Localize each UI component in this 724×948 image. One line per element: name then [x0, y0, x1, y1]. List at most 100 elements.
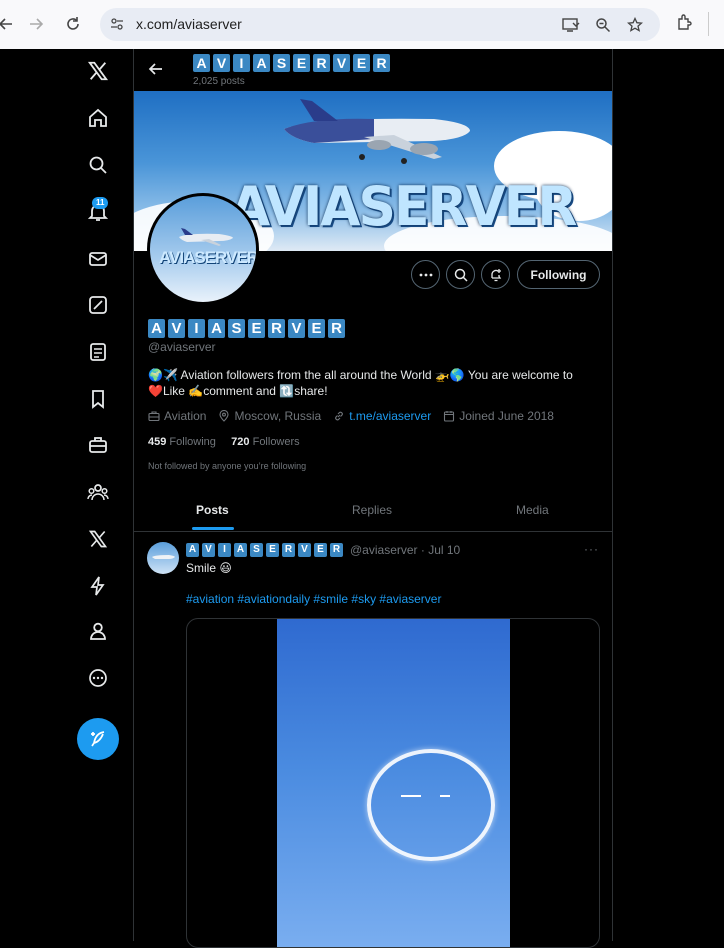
more-options-icon[interactable] [86, 666, 110, 690]
letter-box: I [188, 319, 205, 338]
letter-box: I [218, 543, 231, 557]
tab-replies[interactable]: Replies [352, 503, 392, 517]
not-followed-note: Not followed by anyone you’re following [148, 461, 307, 471]
notify-bell-button[interactable] [481, 260, 510, 289]
compose-post-button[interactable] [77, 718, 119, 760]
tweet-text: Smile 😃 [186, 561, 232, 575]
meta-website[interactable]: t.me/aviaserver [333, 409, 431, 423]
letter-box: S [273, 54, 290, 72]
explore-search-icon[interactable] [86, 153, 110, 177]
toolbar-divider [708, 12, 709, 36]
letter-box: V [298, 543, 311, 557]
grok-icon[interactable] [86, 293, 110, 317]
following-button[interactable]: Following [517, 260, 600, 289]
letter-box: V [202, 543, 215, 557]
letter-box: I [233, 54, 250, 72]
back-arrow-icon[interactable] [0, 12, 18, 36]
profile-column: A V I A S E R V E R 2,025 posts AVIASERV… [133, 49, 613, 948]
plane-graphic [401, 795, 421, 797]
install-app-icon[interactable] [562, 17, 580, 33]
ellipsis-icon [419, 273, 432, 276]
followers-link[interactable]: 720 Followers [231, 436, 300, 448]
profile-display-name: A V I A S E R V E R [148, 319, 345, 338]
url-text[interactable]: x.com/aviaserver [136, 16, 242, 32]
following-link[interactable]: 459 Following [148, 436, 216, 448]
tweet-media[interactable] [186, 618, 600, 948]
notifications-badge: 11 [92, 197, 109, 209]
tweet-handle-date[interactable]: @aviaserver · Jul 10 [350, 543, 460, 557]
bookmark-star-icon[interactable] [627, 17, 643, 33]
follow-counts: 459 Following 720 Followers [148, 436, 300, 448]
site-settings-icon[interactable] [110, 17, 124, 36]
x-logo-icon[interactable] [86, 59, 110, 83]
letter-box: R [373, 54, 390, 72]
bookmarks-icon[interactable] [86, 387, 110, 411]
bell-plus-icon [490, 268, 501, 281]
back-arrow-icon[interactable] [148, 61, 164, 82]
profile-tabs: Posts Replies Media [134, 489, 612, 532]
letter-box: S [228, 319, 245, 338]
communities-icon[interactable] [86, 480, 110, 504]
left-navigation: 11 [0, 49, 133, 941]
tab-media[interactable]: Media [516, 503, 549, 517]
reload-icon[interactable] [61, 12, 85, 36]
letter-box: E [308, 319, 325, 338]
airplane-graphic [284, 99, 470, 164]
letter-box: A [193, 54, 210, 72]
avatar-text: AVIASERVER [159, 248, 258, 267]
more-actions-button[interactable] [411, 260, 440, 289]
banner-title: AVIASERVER [230, 175, 577, 239]
address-bar[interactable]: x.com/aviaserver [100, 8, 660, 41]
verified-orgs-lightning-icon[interactable] [86, 574, 110, 598]
profile-meta: Aviation Moscow, Russia t.me/aviaserver … [148, 409, 566, 423]
profile-handle: @aviaserver [148, 340, 216, 354]
plane-graphic [440, 795, 450, 797]
letter-box: V [333, 54, 350, 72]
letter-box: A [253, 54, 270, 72]
x-app: 11 A V I A S E R V E R 2,025 posts AVIAS… [0, 49, 724, 948]
letter-box: V [213, 54, 230, 72]
tweet-more-button[interactable]: ··· [584, 542, 599, 556]
zoom-icon[interactable] [595, 17, 611, 33]
briefcase-icon [148, 411, 160, 422]
letter-box: R [330, 543, 343, 557]
browser-toolbar: x.com/aviaserver [0, 0, 724, 49]
following-label: Following [169, 436, 216, 448]
letter-box: R [313, 54, 330, 72]
video-frame[interactable] [277, 619, 510, 947]
tweet[interactable]: A V I A S E R V E R @aviaserver · Jul 10… [134, 533, 612, 948]
messages-envelope-icon[interactable] [86, 247, 110, 271]
profile-header-bar: A V I A S E R V E R 2,025 posts [134, 49, 612, 91]
home-icon[interactable] [86, 106, 110, 130]
forward-arrow-icon[interactable] [24, 12, 48, 36]
lists-icon[interactable] [86, 340, 110, 364]
search-icon [454, 268, 468, 282]
letter-box: E [266, 543, 279, 557]
bio-line-1: 🌍✈️ Aviation followers from the all arou… [148, 368, 573, 382]
letter-box: E [248, 319, 265, 338]
letter-box: A [148, 319, 165, 338]
letter-box: A [234, 543, 247, 557]
letter-box: R [282, 543, 295, 557]
meta-joined: Joined June 2018 [443, 409, 554, 423]
profile-avatar[interactable]: AVIASERVER [147, 193, 259, 305]
premium-x-icon[interactable] [86, 527, 110, 551]
following-count: 459 [148, 436, 167, 448]
tweet-author-name[interactable]: A V I A S E R V E R [186, 543, 343, 557]
tweet-author-avatar[interactable] [147, 542, 179, 574]
smoke-ring-graphic [367, 749, 495, 861]
bio-line-2: ❤️Like ✍️comment and 🔃share! [148, 384, 328, 398]
search-profile-button[interactable] [446, 260, 475, 289]
tab-posts[interactable]: Posts [196, 503, 229, 517]
joined-label: Joined June 2018 [459, 409, 554, 423]
profile-icon[interactable] [86, 619, 110, 643]
extensions-icon[interactable] [676, 13, 694, 36]
letter-box: A [208, 319, 225, 338]
letter-box: E [293, 54, 310, 72]
jobs-briefcase-icon[interactable] [86, 433, 110, 457]
meta-category: Aviation [148, 409, 206, 423]
category-label: Aviation [164, 409, 207, 423]
tweet-hashtags[interactable]: #aviation #aviationdaily #smile #sky #av… [186, 592, 441, 606]
website-link[interactable]: t.me/aviaserver [349, 409, 431, 423]
header-display-name: A V I A S E R V E R [193, 54, 390, 72]
